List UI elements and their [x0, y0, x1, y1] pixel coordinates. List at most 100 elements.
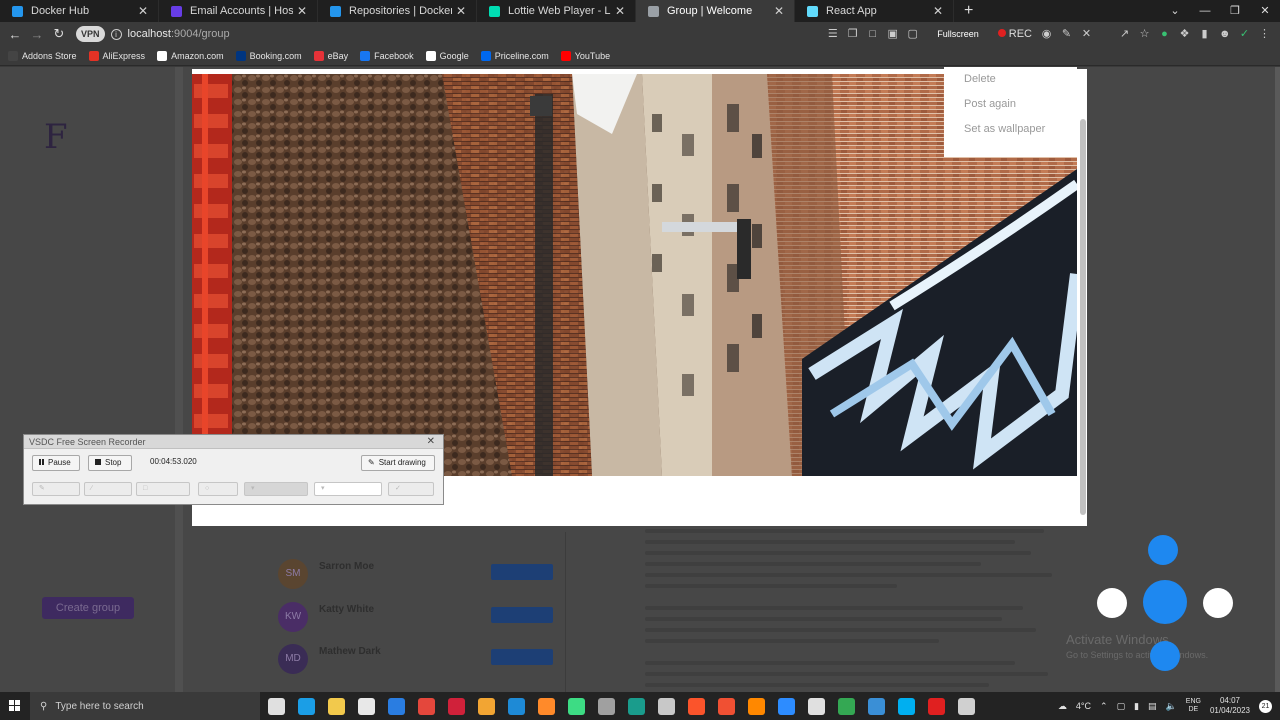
- crop-icon[interactable]: □: [867, 28, 878, 40]
- modal-scrollbar[interactable]: [1080, 119, 1086, 515]
- store-icon[interactable]: [358, 697, 375, 715]
- start-drawing-button[interactable]: ✎ Start drawing: [361, 455, 435, 471]
- volume-icon[interactable]: 🔈: [1166, 701, 1177, 712]
- file-explorer-icon[interactable]: [328, 697, 345, 715]
- tray-app-icon[interactable]: ▢: [1117, 701, 1126, 712]
- share-icon[interactable]: ↗: [1119, 28, 1130, 40]
- invite-button[interactable]: [491, 607, 553, 623]
- extension-green-icon[interactable]: ●: [1159, 28, 1170, 40]
- chrome-canary-icon[interactable]: [478, 697, 495, 715]
- menu-item-set-wallpaper[interactable]: Set as wallpaper: [944, 123, 1077, 148]
- reload-icon[interactable]: ↻: [48, 26, 70, 42]
- settings-icon[interactable]: [958, 697, 975, 715]
- bookmark-item[interactable]: Addons Store: [8, 50, 77, 61]
- browser-tab[interactable]: Lottie Web Player - Lottiefiles ✕: [477, 0, 636, 22]
- bookmark-item[interactable]: eBay: [313, 50, 348, 61]
- tab-close-icon[interactable]: ✕: [138, 4, 148, 18]
- temperature[interactable]: 4°C: [1076, 701, 1091, 711]
- bookmark-item[interactable]: YouTube: [560, 50, 610, 61]
- terminal-icon[interactable]: [628, 697, 645, 715]
- mail-icon[interactable]: [388, 697, 405, 715]
- back-icon[interactable]: ←: [4, 27, 26, 42]
- invite-button[interactable]: [491, 649, 553, 665]
- close-window-icon[interactable]: ✕: [1250, 0, 1280, 22]
- bookmark-star-icon[interactable]: ☆: [1139, 28, 1150, 40]
- tray-chevron-icon[interactable]: ⌃: [1100, 701, 1108, 712]
- weather-icon[interactable]: ☁: [1058, 701, 1067, 712]
- fullscreen-button[interactable]: Fullscreen: [937, 29, 979, 39]
- notification-badge[interactable]: 21: [1259, 699, 1272, 713]
- task-view-icon[interactable]: [268, 697, 285, 715]
- expand-icon[interactable]: ▣: [887, 28, 898, 40]
- extensions-puzzle-icon[interactable]: ❖: [1179, 28, 1190, 40]
- edge-icon[interactable]: [298, 697, 315, 715]
- maps-icon[interactable]: [838, 697, 855, 715]
- restore-icon[interactable]: ❐: [1220, 0, 1250, 22]
- clear-drawing-button[interactable]: ✓: [388, 482, 434, 496]
- list-icon[interactable]: ☰: [827, 28, 838, 40]
- tab-close-icon[interactable]: ✕: [615, 4, 625, 18]
- profile-icon[interactable]: ☻: [1219, 28, 1231, 40]
- bookmark-item[interactable]: Facebook: [360, 50, 414, 61]
- bookmark-item[interactable]: Amazon.com: [157, 50, 224, 61]
- create-group-button[interactable]: Create group: [42, 597, 134, 619]
- frame-icon[interactable]: ▢: [907, 28, 918, 40]
- opera-icon[interactable]: [448, 697, 465, 715]
- close-capture-icon[interactable]: ✕: [1081, 28, 1092, 40]
- tab-close-icon[interactable]: ✕: [297, 4, 307, 18]
- brave-icon[interactable]: [688, 697, 705, 715]
- menu-item-post-again[interactable]: Post again: [944, 98, 1077, 123]
- bookmark-item[interactable]: Booking.com: [235, 50, 302, 61]
- bookmark-item[interactable]: Priceline.com: [480, 50, 549, 61]
- app-icon[interactable]: [598, 697, 615, 715]
- tab-close-icon[interactable]: ✕: [933, 4, 943, 18]
- browser-tab[interactable]: Group | Welcome ✕: [636, 0, 795, 22]
- pencil-icon[interactable]: ✎: [1061, 28, 1072, 40]
- battery-icon[interactable]: ▮: [1134, 701, 1139, 712]
- draw-line-button[interactable]: ∕: [84, 482, 132, 496]
- chrome-icon[interactable]: [418, 697, 435, 715]
- draw-pencil-button[interactable]: ✎: [32, 482, 80, 496]
- language-indicator[interactable]: ENG DE: [1186, 698, 1201, 714]
- clock[interactable]: 04:07 01/04/2023: [1210, 696, 1250, 716]
- menu-kebab-icon[interactable]: ⋮: [1259, 28, 1270, 40]
- skype-icon[interactable]: [898, 697, 915, 715]
- browser-tab[interactable]: Docker Hub ✕: [0, 0, 159, 22]
- stop-button[interactable]: Stop: [88, 455, 132, 471]
- draw-rectangle-button[interactable]: □: [136, 482, 190, 496]
- tab-search-icon[interactable]: ⌄: [1160, 0, 1190, 22]
- record-button[interactable]: REC: [997, 28, 1032, 40]
- vlc-icon[interactable]: [748, 697, 765, 715]
- url-field[interactable]: localhost:9004/group: [128, 28, 230, 40]
- taskbar-search[interactable]: ⚲ Type here to search: [30, 692, 260, 720]
- pen-size-select[interactable]: ▾: [244, 482, 308, 496]
- start-button[interactable]: [0, 692, 30, 720]
- sync-icon[interactable]: ✓: [1239, 28, 1250, 40]
- forward-icon[interactable]: →: [26, 27, 48, 42]
- page-scrollbar[interactable]: [1275, 67, 1280, 692]
- tab-close-icon[interactable]: ✕: [456, 4, 466, 18]
- invite-button[interactable]: [491, 564, 553, 580]
- minimize-icon[interactable]: —: [1190, 0, 1220, 22]
- browser-tab[interactable]: Repositories | Docker Hub ✕: [318, 0, 477, 22]
- sidebar-icon[interactable]: ▮: [1199, 28, 1210, 40]
- android-studio-icon[interactable]: [568, 697, 585, 715]
- zoom-icon[interactable]: [778, 697, 795, 715]
- browser-tab[interactable]: Email Accounts | Hostinger ✕: [159, 0, 318, 22]
- remote-desktop-icon[interactable]: [868, 697, 885, 715]
- bookmark-item[interactable]: AliExpress: [88, 50, 145, 61]
- sublime-icon[interactable]: [538, 697, 555, 715]
- vpn-badge[interactable]: VPN: [76, 26, 105, 42]
- network-icon[interactable]: ▤: [1148, 701, 1157, 712]
- pen-color-select[interactable]: ▾: [314, 482, 382, 496]
- browser-tab[interactable]: React App ✕: [795, 0, 954, 22]
- recorder-close-icon[interactable]: ✕: [427, 436, 435, 447]
- vscode-icon[interactable]: [508, 697, 525, 715]
- pause-button[interactable]: Pause: [32, 455, 80, 471]
- git-icon[interactable]: [718, 697, 735, 715]
- record-icon[interactable]: [928, 697, 945, 715]
- notepad-icon[interactable]: [658, 697, 675, 715]
- camera-icon[interactable]: ◉: [1041, 28, 1052, 40]
- menu-item-delete[interactable]: Delete: [944, 73, 1077, 98]
- copy-icon[interactable]: ❐: [847, 28, 858, 40]
